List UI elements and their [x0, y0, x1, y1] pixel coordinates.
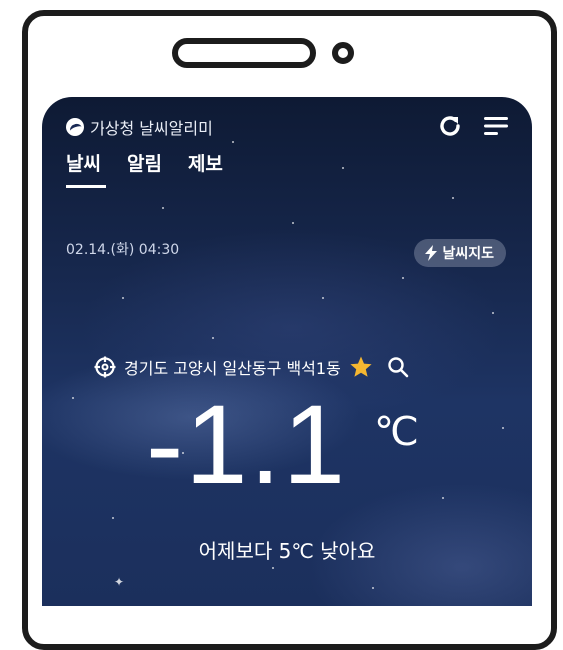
temperature-comparison: 어제보다 5℃ 낮아요	[198, 539, 376, 563]
current-temperature: -1.1	[146, 382, 347, 507]
location-name[interactable]: 경기도 고양시 일산동구 백석1동	[124, 355, 341, 379]
crosshair-icon[interactable]	[94, 356, 116, 378]
phone-camera	[332, 42, 354, 64]
search-icon[interactable]	[387, 356, 409, 378]
app-screen: ✦ 기상청 날씨알리미 날씨 알림 제보 02.14.(화) 04:30 날씨지…	[42, 97, 532, 606]
kma-logo-icon	[66, 118, 84, 136]
refresh-button[interactable]	[434, 111, 466, 141]
location-bar: 경기도 고양시 일산동구 백석1동	[94, 355, 409, 379]
header-actions	[420, 111, 512, 141]
app-logo: 기상청 날씨알리미	[66, 115, 213, 139]
phone-speaker	[172, 38, 316, 68]
main-tabs: 날씨 알림 제보	[66, 149, 249, 188]
lightning-icon	[425, 245, 438, 261]
refresh-icon	[440, 116, 460, 136]
star-icon[interactable]	[349, 355, 373, 379]
weather-map-label: 날씨지도	[442, 246, 494, 262]
menu-button[interactable]	[480, 111, 512, 141]
sparkle-decoration: ✦	[114, 575, 125, 589]
tab-alerts[interactable]: 알림	[127, 149, 162, 176]
temperature-unit: ℃	[374, 410, 419, 454]
tab-report[interactable]: 제보	[188, 149, 223, 176]
observation-datetime: 02.14.(화) 04:30	[66, 242, 180, 258]
menu-icon	[484, 117, 508, 135]
tab-weather[interactable]: 날씨	[66, 149, 106, 188]
weather-map-button[interactable]: 날씨지도	[414, 239, 506, 267]
app-title: 기상청 날씨알리미	[90, 119, 213, 138]
